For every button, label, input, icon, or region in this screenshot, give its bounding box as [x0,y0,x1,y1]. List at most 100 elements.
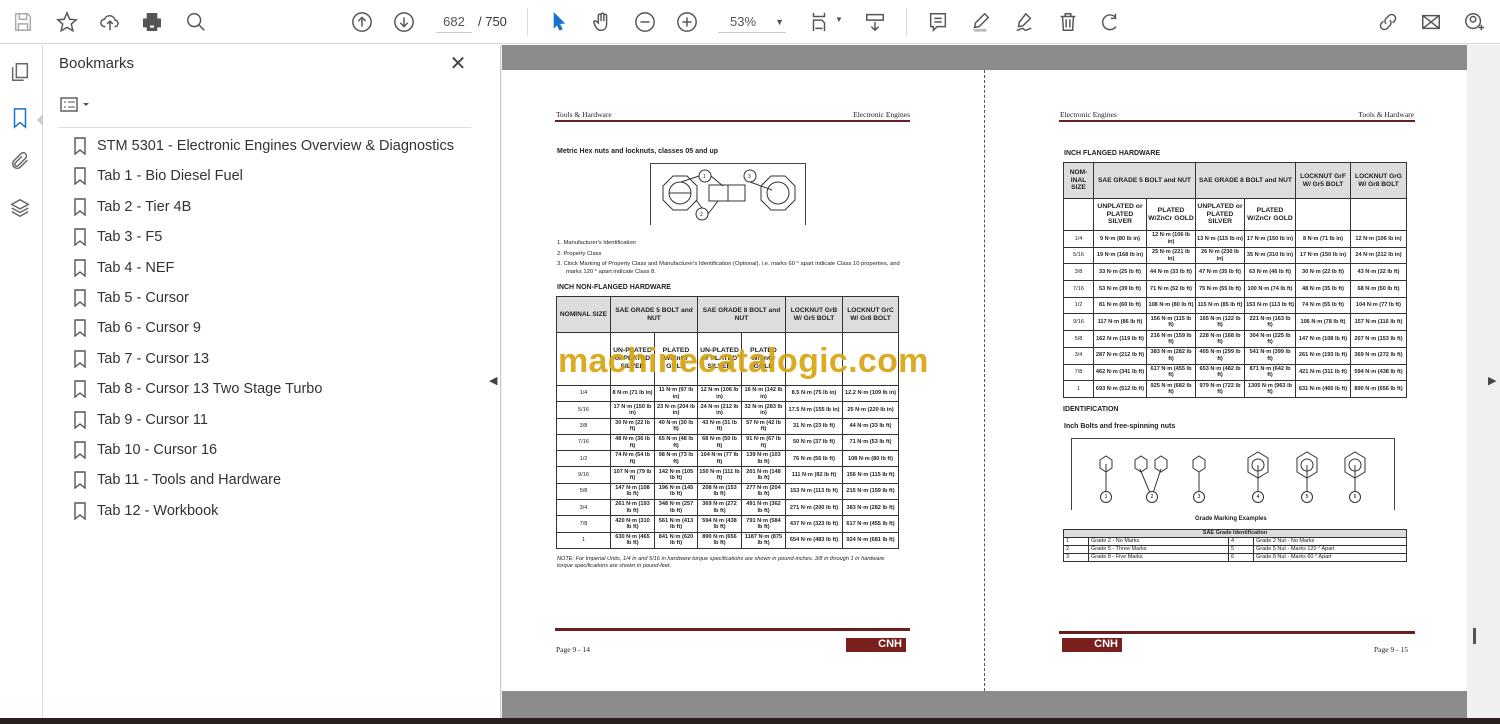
table-cell: 12.2 N·m (109 lb in) [842,384,899,403]
page-number-input[interactable]: 682 [436,11,472,33]
table-cell: 104 N·m (77 lb ft) [697,450,742,468]
save-icon[interactable] [9,8,37,36]
bookmark-item[interactable]: Tab 5 - Cursor [73,285,189,311]
bookmark-options-button[interactable] [59,95,93,115]
bookmark-item[interactable]: Tab 11 - Tools and Hardware [73,467,281,493]
bookmark-label: Tab 11 - Tools and Hardware [97,472,282,489]
rotate-icon[interactable] [1096,8,1124,36]
figure-callout: 1 [1100,491,1112,503]
non-flanged-torque-table: NOMINAL SIZE SAE GRADE 5 BOLT and NUT SAE … [556,296,899,549]
table-row: 3/4 261 N·m (193 lb ft) 348 N·m (257 lb ft… [556,499,899,517]
bookmark-item[interactable]: Tab 7 - Cursor 13 [73,346,209,372]
table-cell: 147 N·m (108 lb ft) [610,482,655,501]
table-cell: 2 [1063,545,1089,554]
table-cell: 43 N·m (31 lb ft) [697,417,742,435]
search-icon[interactable] [182,8,210,36]
highlighter-icon[interactable] [967,8,995,36]
table-cell: 841 N·m (620 lb ft) [654,531,698,549]
table-row: 5/16 19 N·m (168 lb in) 25 N·m (221 lb in)… [1063,246,1407,265]
page-gap [502,691,1467,718]
bookmark-item[interactable]: Tab 10 - Cursor 16 [73,437,217,463]
table-cell: 421 N·m (311 lb ft) [1295,363,1351,382]
table-cell: 16 N·m (142 lb in) [741,384,786,403]
bookmark-item[interactable]: Tab 9 - Cursor 11 [73,407,208,433]
list-options-icon [60,97,89,112]
bookmark-item[interactable]: Tab 8 - Cursor 13 Two Stage Turbo [73,376,322,402]
upload-cloud-icon[interactable] [96,8,124,36]
column-header: LOCKNUT GrF W/ Gr5 BOLT [1295,162,1351,199]
previous-page-icon[interactable] [348,8,376,36]
bookmark-item[interactable]: Tab 2 - Tier 4B [73,194,191,220]
bookmark-item[interactable]: Tab 4 - NEF [73,255,174,281]
table-cell: 98 N·m (73 lb ft) [654,450,698,468]
table-cell: 3/8 [556,417,611,435]
attachment-paperclip-icon[interactable] [9,150,33,174]
figure-callout: 5 [1301,491,1313,503]
toolbar: 682 / 750 53% ▼ ▼ [0,0,1500,44]
table-cell: 277 N·m (204 lb ft) [741,482,786,501]
share-link-icon[interactable] [1374,8,1402,36]
star-icon[interactable] [53,8,81,36]
section-title: Metric Hex nuts and locknuts, classes 05… [557,148,719,155]
table-cell: 630 N·m (465 lb ft) [610,531,655,549]
page-fit-icon[interactable] [805,8,833,36]
next-page-icon[interactable] [390,8,418,36]
table-row: 2 Grade 5 - Three Marks 5 Grade 5 Nut - Mar… [1063,545,1408,554]
zoom-level-value: 53% [730,14,757,29]
bookmark-panel-icon[interactable] [9,107,33,131]
table-cell: 594 N·m (438 lb ft) [1350,363,1407,382]
bookmark-icon [74,471,86,490]
account-add-icon[interactable] [1460,8,1488,36]
svg-text:3: 3 [748,174,751,180]
chevron-down-icon[interactable]: ▼ [835,15,843,24]
bookmark-label: Tab 4 - NEF [97,259,175,276]
table-cell: Grade 2 Nut - No Marks [1252,537,1408,546]
delete-trash-icon[interactable] [1054,8,1082,36]
bookmark-label: STM 5301 - Electronic Engines Overview &… [97,138,455,154]
hand-tool-icon[interactable] [588,8,616,36]
bookmark-item[interactable]: Tab 12 - Workbook [73,498,218,524]
bookmark-label: Tab 2 - Tier 4B [97,198,192,215]
table-cell: 139 N·m (103 lb ft) [741,450,786,468]
table-cell: 108 N·m (80 lb ft) [842,450,899,468]
bookmark-item[interactable]: Tab 6 - Cursor 9 [73,315,201,341]
table-cell: 617 N·m (455 lb ft) [842,515,899,533]
comment-icon[interactable] [924,8,952,36]
select-cursor-icon[interactable] [545,8,573,36]
email-icon[interactable] [1417,8,1445,36]
zoom-in-icon[interactable] [673,8,701,36]
table-cell: 871 N·m (642 lb ft) [1244,363,1296,382]
bookmarks-panel: Bookmarks ✕ STM 5301 - Electronic Engine… [43,45,501,718]
zoom-level-select[interactable]: 53% ▼ [718,11,786,33]
figure-callout: 2 [1146,491,1158,503]
watermark: machinecatalogic.com [558,342,929,380]
table-row: 1 630 N·m (465 lb ft) 841 N·m (620 lb ft) 8… [556,531,899,549]
bookmark-item[interactable]: STM 5301 - Electronic Engines Overview &… [73,133,454,159]
table-cell: 13 N·m (115 lb in) [1195,230,1245,248]
expand-panel-arrow-icon[interactable]: ▶ [1488,374,1496,387]
table-cell: 35 N·m (310 lb in) [1244,246,1296,265]
scroll-mode-icon[interactable] [861,8,889,36]
bookmark-item[interactable]: Tab 1 - Bio Diesel Fuel [73,163,243,189]
close-icon[interactable]: ✕ [447,51,469,76]
bookmark-item[interactable]: Tab 3 - F5 [73,224,162,250]
layers-icon[interactable] [9,197,33,221]
sae-table-title: SAE Grade Identification [1062,529,1408,538]
print-icon[interactable] [138,8,166,36]
collapse-panel-arrow-icon[interactable]: ◀ [489,374,497,387]
page-thumbnails-icon[interactable] [9,61,33,85]
sign-pen-icon[interactable] [1010,8,1038,36]
table-cell: 228 N·m (168 lb ft) [1195,330,1245,348]
table-cell: 9/16 [556,466,611,484]
table-cell: 111 N·m (82 lb ft) [785,466,843,484]
zoom-out-icon[interactable] [631,8,659,36]
table-cell: 43 N·m (32 lb ft) [1350,263,1407,282]
table-cell: 594 N·m (438 lb ft) [697,515,742,533]
table-cell: 369 N·m (272 lb ft) [697,499,742,517]
table-row: 3/8 33 N·m (25 lb ft) 44 N·m (33 lb ft) 47 … [1063,263,1407,282]
table-cell: 7/16 [1063,280,1094,298]
bookmark-icon [74,289,86,307]
table-cell: 117 N·m (86 lb ft) [1093,313,1147,332]
table-cell: 74 N·m (54 lb ft) [610,450,655,468]
scrollbar-thumb[interactable] [1473,628,1476,644]
